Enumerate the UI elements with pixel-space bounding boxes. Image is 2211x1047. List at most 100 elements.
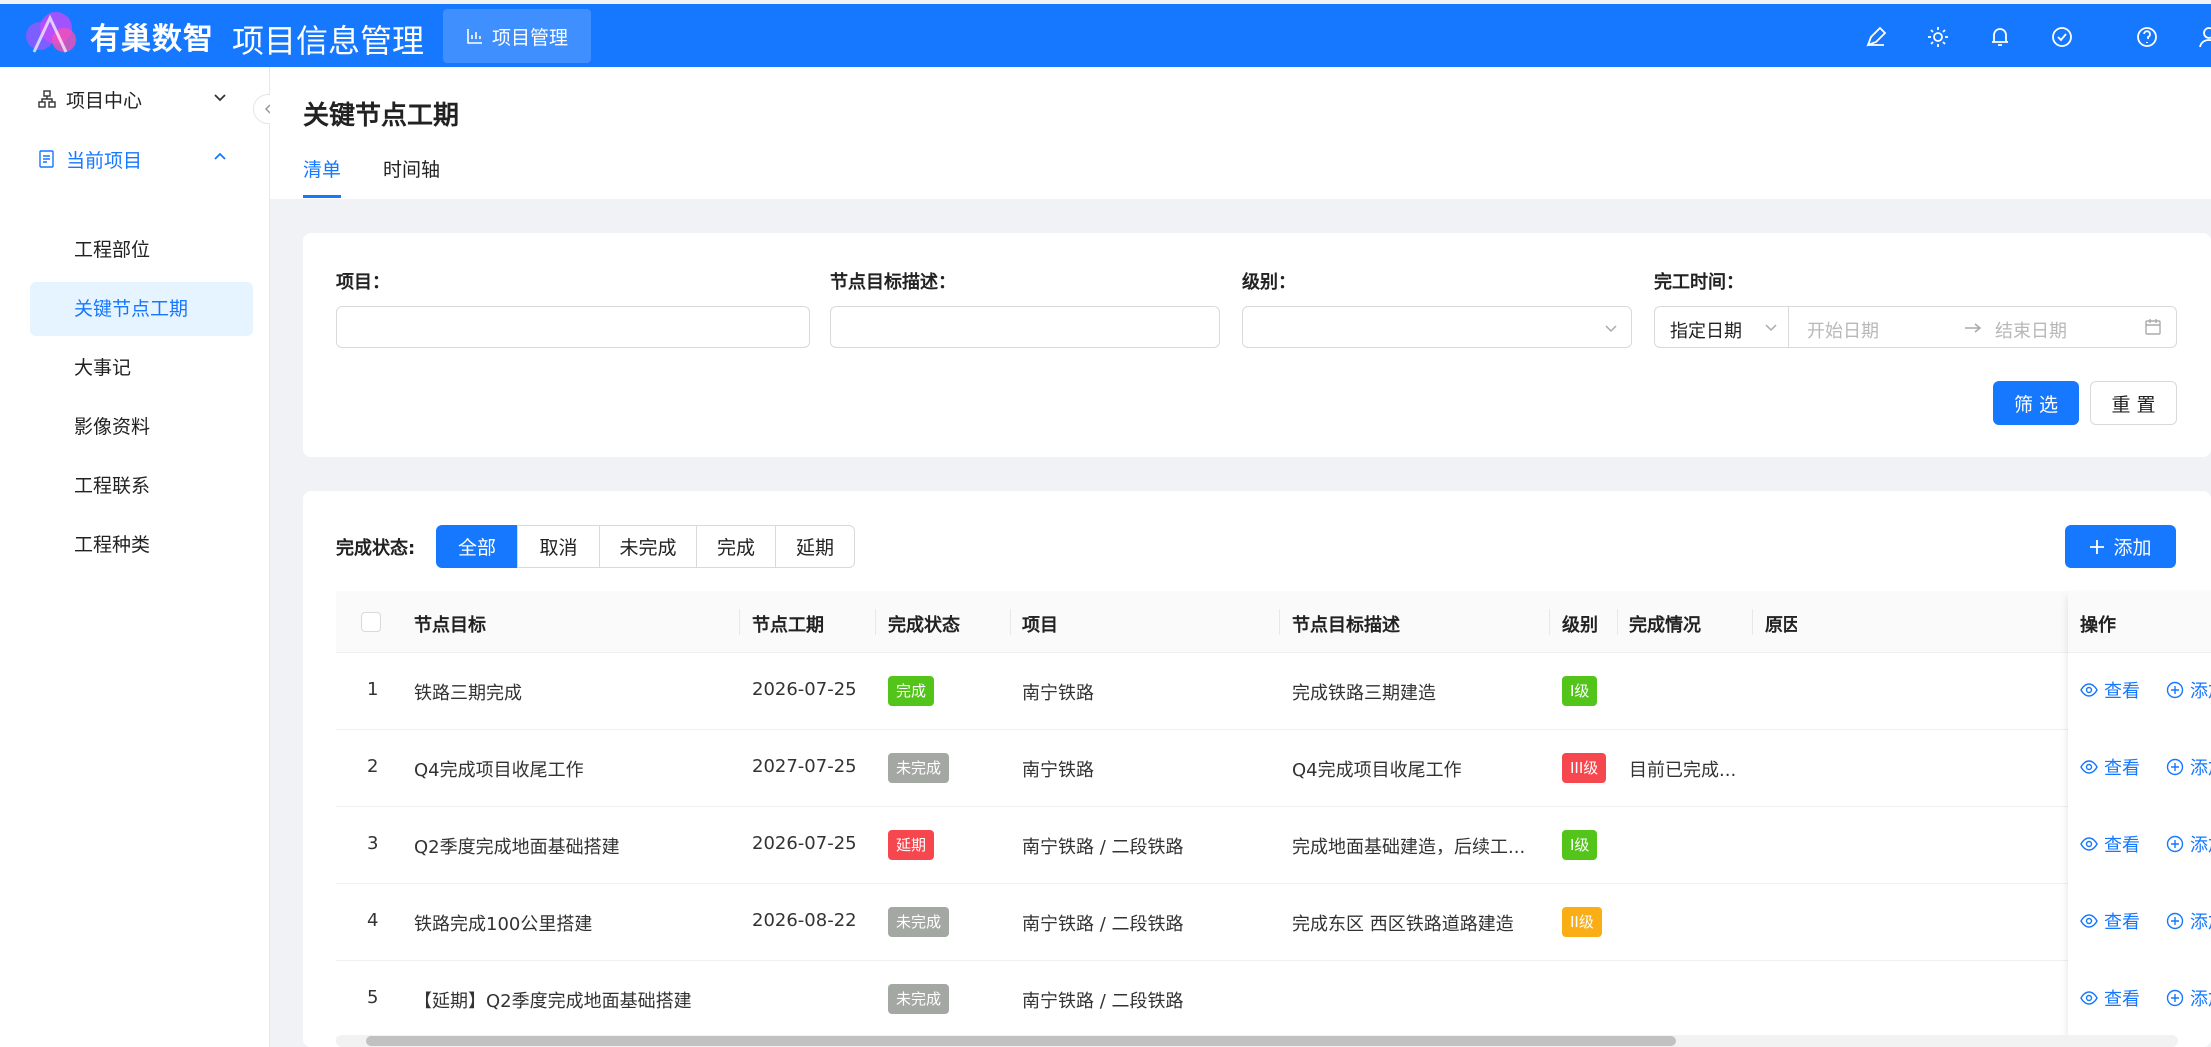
sidebar-group-label: 项目中心 [66, 89, 143, 112]
date-mode-value: 指定日期 [1670, 321, 1742, 342]
reset-button[interactable]: 重 置 [2090, 381, 2177, 425]
project-filter-input[interactable] [336, 306, 810, 348]
pen-icon[interactable] [1863, 24, 1889, 50]
view-label: 查看 [2104, 912, 2140, 933]
status-badge: 未完成 [888, 984, 950, 1014]
add-progress-label: 添加完成情况 [2190, 681, 2211, 702]
view-label: 查看 [2104, 681, 2140, 702]
cell-date: 2026-07-25 [752, 833, 857, 854]
status-option-delayed[interactable]: 延期 [775, 525, 855, 568]
status-option-incomplete[interactable]: 未完成 [599, 525, 697, 568]
sidebar-item-types[interactable]: 工程种类 [30, 518, 253, 572]
column-header-date[interactable]: 节点工期 [752, 611, 824, 637]
operations-header: 操作 [2068, 591, 2211, 653]
time-filter-label: 完工时间： [1654, 272, 1744, 293]
status-option-complete[interactable]: 完成 [696, 525, 776, 568]
start-date-input[interactable]: 开始日期 [1807, 317, 1879, 343]
sidebar-group-label: 当前项目 [66, 149, 143, 172]
page-title: 关键节点工期 [303, 101, 460, 131]
sidebar-item-chronicle[interactable]: 大事记 [30, 341, 253, 395]
cell-goal: 铁路三期完成 [414, 683, 522, 704]
column-header-level[interactable]: 级别 [1562, 611, 1598, 637]
add-progress-link[interactable]: 添加完成情况 [2166, 677, 2211, 703]
cell-desc: 完成地面基础建造，后续工... [1292, 837, 1526, 858]
sidebar-item-engineering-parts[interactable]: 工程部位 [30, 223, 253, 277]
desc-filter-input[interactable] [830, 306, 1220, 348]
column-header-reason[interactable]: 原因 [1765, 611, 1797, 637]
filter-button[interactable]: 筛 选 [1993, 381, 2079, 425]
status-filter-label: 完成状态: [336, 538, 416, 559]
tab-ink-bar [303, 195, 341, 198]
check-circle-icon[interactable] [2049, 24, 2075, 50]
top-bar: 有巢数智 项目信息管理 项目管理 [0, 4, 2211, 67]
add-progress-link[interactable]: 添加完成情况 [2166, 985, 2211, 1011]
add-button-label: 添加 [2113, 537, 2152, 559]
column-header-project[interactable]: 项目 [1022, 611, 1058, 637]
chevron-up-icon [214, 152, 226, 160]
table-row: 3 Q2季度完成地面基础搭建 2026-07-25 延期 南宁铁路 / 二段铁路… [336, 807, 2178, 884]
table-row: 1 铁路三期完成 2026-07-25 完成 南宁铁路 完成铁路三期建造 I级 [336, 653, 2178, 730]
view-label: 查看 [2104, 758, 2140, 779]
column-header-status[interactable]: 完成状态 [888, 611, 960, 637]
column-header-desc[interactable]: 节点目标描述 [1292, 611, 1400, 637]
help-icon[interactable] [2134, 24, 2160, 50]
add-progress-link[interactable]: 添加完成情况 [2166, 908, 2211, 934]
end-date-input[interactable]: 结束日期 [1995, 317, 2067, 343]
logo-icon [26, 12, 76, 53]
add-progress-label: 添加完成情况 [2190, 912, 2211, 933]
row-number: 1 [367, 679, 379, 700]
app-title: 项目信息管理 [232, 22, 425, 60]
tab-list[interactable]: 清单 [303, 155, 341, 182]
module-tab-project-management[interactable]: 项目管理 [443, 9, 591, 63]
date-mode-select[interactable]: 指定日期 [1655, 307, 1789, 347]
tab-timeline[interactable]: 时间轴 [383, 155, 440, 182]
view-link[interactable]: 查看 [2080, 677, 2140, 703]
status-option-cancelled[interactable]: 取消 [517, 525, 600, 568]
cell-date: 2026-08-22 [752, 910, 857, 931]
level-badge: I级 [1562, 830, 1598, 860]
cell-goal: Q2季度完成地面基础搭建 [414, 837, 620, 858]
cell-project: 南宁铁路 [1022, 760, 1094, 781]
sidebar-item-contact[interactable]: 工程联系 [30, 459, 253, 513]
page-header: 关键节点工期 清单 时间轴 [270, 67, 2211, 199]
view-link[interactable]: 查看 [2080, 985, 2140, 1011]
user-icon[interactable] [2196, 24, 2211, 50]
column-divider [875, 609, 876, 635]
sidebar-group-current-project[interactable]: 当前项目 [38, 144, 226, 174]
view-link[interactable]: 查看 [2080, 908, 2140, 934]
column-header-progress[interactable]: 完成情况 [1629, 611, 1701, 637]
level-filter-select[interactable] [1242, 306, 1632, 348]
view-link[interactable]: 查看 [2080, 831, 2140, 857]
column-divider [1752, 609, 1753, 635]
column-divider [739, 609, 740, 635]
bell-icon[interactable] [1987, 24, 2013, 50]
horizontal-scrollbar[interactable] [336, 1035, 2178, 1047]
row-number: 4 [367, 910, 379, 931]
view-label: 查看 [2104, 835, 2140, 856]
status-badge: 未完成 [888, 907, 950, 937]
plus-circle-icon [2166, 835, 2184, 853]
cell-project: 南宁铁路 / 二段铁路 [1022, 991, 1184, 1012]
add-progress-link[interactable]: 添加完成情况 [2166, 831, 2211, 857]
table-header: 节点目标 节点工期 完成状态 项目 节点目标描述 级别 完成情况 原因 [336, 591, 2178, 653]
plus-circle-icon [2166, 912, 2184, 930]
column-divider [1617, 609, 1618, 635]
gear-icon[interactable] [1925, 24, 1951, 50]
column-header-goal[interactable]: 节点目标 [414, 611, 486, 637]
add-button[interactable]: 添加 [2065, 525, 2176, 568]
add-progress-label: 添加完成情况 [2190, 989, 2211, 1010]
status-option-all[interactable]: 全部 [436, 525, 518, 568]
cell-project: 南宁铁路 / 二段铁路 [1022, 914, 1184, 935]
cell-progress: 目前已完成... [1629, 760, 1737, 781]
view-link[interactable]: 查看 [2080, 754, 2140, 780]
column-divider [1279, 609, 1280, 635]
add-progress-link[interactable]: 添加完成情况 [2166, 754, 2211, 780]
sidebar-group-project-center[interactable]: 项目中心 [38, 84, 226, 114]
select-all-checkbox[interactable] [361, 612, 381, 632]
scrollbar-thumb[interactable] [366, 1036, 1676, 1046]
level-badge: II级 [1562, 907, 1602, 937]
sidebar-item-media[interactable]: 影像资料 [30, 400, 253, 454]
sidebar-item-key-milestones[interactable]: 关键节点工期 [30, 282, 253, 336]
table-panel: 完成状态: 全部 取消 未完成 完成 延期 添加 节点目标 节点工期 完成状态 … [303, 491, 2211, 1047]
cell-project: 南宁铁路 / 二段铁路 [1022, 837, 1184, 858]
